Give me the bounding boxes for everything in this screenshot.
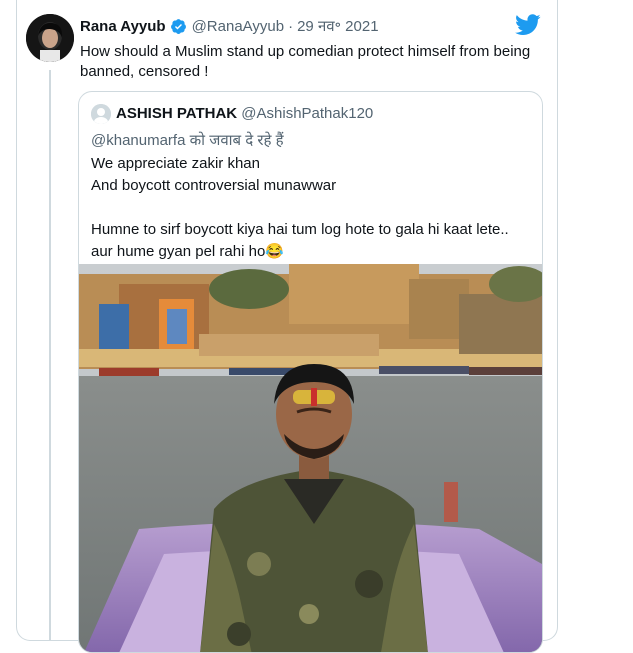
thread-line bbox=[49, 70, 51, 640]
reply-context: @khanumarfa को जवाब दे रहे हैं bbox=[91, 130, 284, 152]
author-name[interactable]: Rana Ayyub bbox=[80, 18, 166, 35]
reply-mention[interactable]: @khanumarfa bbox=[91, 132, 185, 149]
quoted-text: We appreciate zakir khan And boycott con… bbox=[91, 155, 509, 260]
quoted-tweet[interactable]: ASHISH PATHAK @AshishPathak120 @khanumar… bbox=[78, 91, 543, 653]
author-avatar[interactable] bbox=[26, 14, 74, 62]
author-handle[interactable]: @RanaAyyub bbox=[192, 18, 285, 35]
verified-badge-icon bbox=[170, 18, 187, 35]
separator-dot: · bbox=[288, 17, 294, 35]
quoted-author-name[interactable]: ASHISH PATHAK bbox=[116, 105, 237, 122]
reply-suffix: को जवाब दे रहे हैं bbox=[185, 132, 284, 149]
tweet-date[interactable]: 29 नव॰ 2021 bbox=[297, 16, 378, 36]
quoted-author-avatar[interactable] bbox=[91, 104, 111, 124]
quoted-photo[interactable] bbox=[79, 264, 542, 652]
tweet-text: How should a Muslim stand up comedian pr… bbox=[80, 43, 531, 80]
quoted-author-handle[interactable]: @AshishPathak120 bbox=[241, 105, 373, 122]
twitter-bird-icon[interactable] bbox=[515, 14, 541, 36]
quoted-header: ASHISH PATHAK @AshishPathak120 bbox=[116, 105, 373, 122]
tweet-header: Rana Ayyub @RanaAyyub · 29 नव॰ 2021 bbox=[80, 16, 379, 36]
